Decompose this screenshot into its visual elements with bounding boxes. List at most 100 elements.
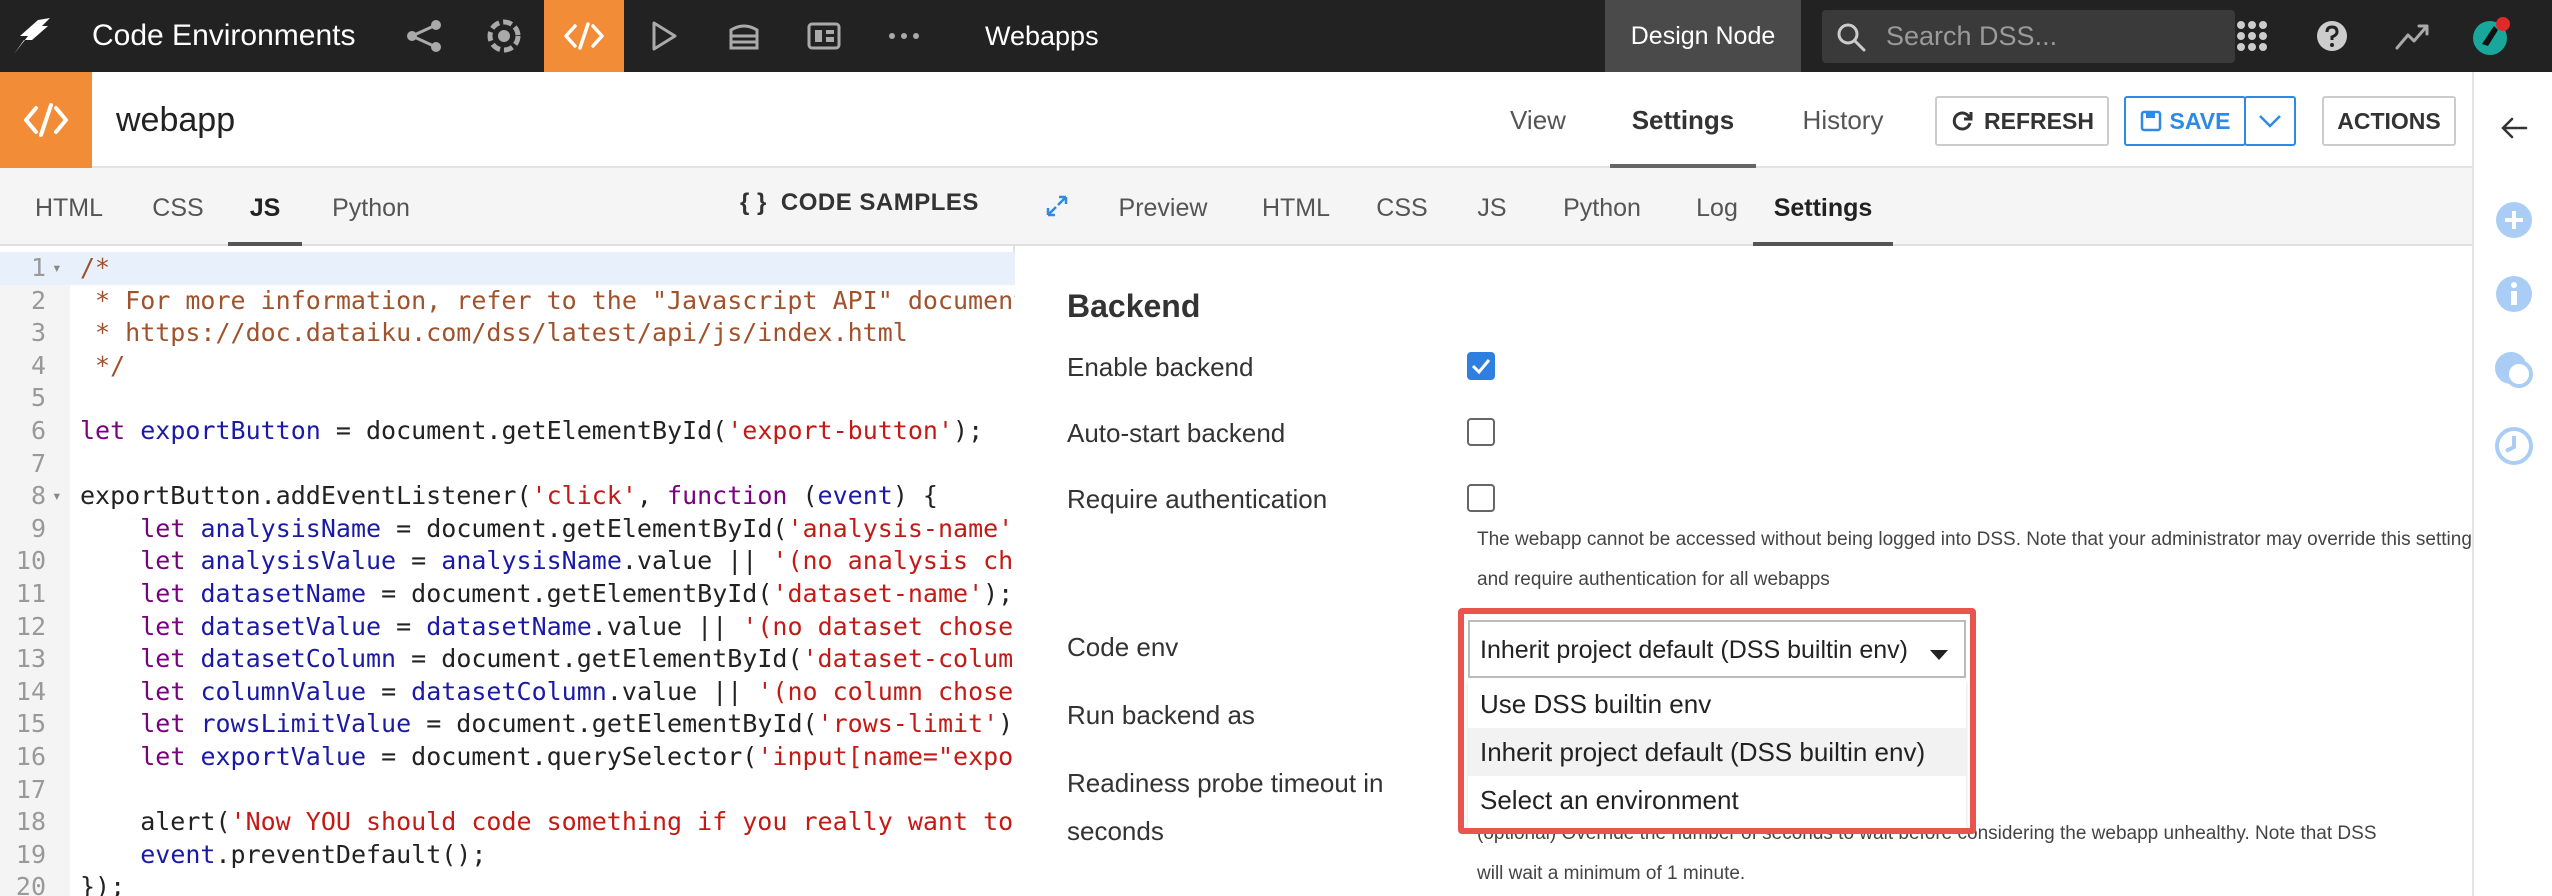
code-line[interactable]: 15 let rowsLimitValue = document.getElem…: [0, 708, 1015, 741]
preview-tab-html[interactable]: HTML: [1247, 168, 1345, 246]
flow-share-icon[interactable]: [384, 0, 464, 72]
code-text: let columnValue = datasetColumn.value ||…: [80, 676, 1015, 709]
enable-backend-checkbox[interactable]: [1467, 352, 1495, 380]
line-number: 1: [30, 253, 46, 282]
code-token: datasetValue: [200, 611, 382, 641]
code-token: .value ||: [591, 611, 743, 641]
editor-tabs: HTML CSS JS Python { } CODE SAMPLES: [0, 168, 1015, 246]
preview-tab-css[interactable]: CSS: [1361, 168, 1443, 246]
code-token: = document.getElementById(: [366, 579, 773, 608]
code-line[interactable]: 8 ▾ exportButton.addEventListener('click',…: [0, 480, 1015, 513]
save-options-dropdown[interactable]: [2244, 96, 2296, 146]
history-clock-icon[interactable]: [2474, 418, 2552, 474]
code-line[interactable]: 3 * https://doc.dataiku.com/dss/latest/a…: [0, 317, 1015, 350]
plus-circle-icon[interactable]: [2474, 192, 2552, 248]
line-number: 3: [30, 318, 46, 348]
code-line[interactable]: 20});: [0, 871, 1015, 896]
code-text: let datasetName = document.getElementByI…: [80, 578, 1013, 611]
code-line[interactable]: 10 let analysisValue = analysisName.valu…: [0, 545, 1015, 578]
code-line[interactable]: 18 alert('Now YOU should code something …: [0, 806, 1015, 839]
arrow-left-icon[interactable]: [2474, 100, 2552, 156]
preview-tab-python[interactable]: Python: [1543, 168, 1661, 246]
code-token: =: [381, 611, 427, 641]
object-header: webapp View Settings History REFRESH SAV…: [0, 72, 2472, 168]
section-label-webapps[interactable]: Webapps: [985, 0, 1099, 72]
preview-tab-log[interactable]: Log: [1675, 168, 1759, 246]
line-number: 9: [30, 513, 46, 543]
code-line[interactable]: 19 event.preventDefault();: [0, 839, 1015, 872]
code-line[interactable]: 12 let datasetValue = datasetName.value …: [0, 611, 1015, 644]
dataset-gear-icon[interactable]: [464, 0, 544, 72]
code-line[interactable]: 11 let datasetName = document.getElement…: [0, 578, 1015, 611]
expand-icon[interactable]: [1045, 194, 1069, 223]
auto-start-backend-checkbox[interactable]: [1467, 418, 1495, 446]
editor-tab-python[interactable]: Python: [318, 168, 424, 246]
actions-button[interactable]: ACTIONS: [2322, 96, 2456, 146]
code-samples-button[interactable]: { } CODE SAMPLES: [740, 168, 979, 238]
code-token: .preventDefault();: [215, 839, 487, 869]
fold-arrow-icon[interactable]: ▾: [52, 252, 62, 285]
global-search[interactable]: [1822, 10, 2235, 63]
code-token: ).value;: [998, 709, 1015, 739]
editor-tab-js[interactable]: JS: [228, 168, 302, 246]
refresh-label: REFRESH: [1984, 107, 2094, 134]
dss-app: Code Environments Webapps Design Node Se…: [0, 0, 2552, 896]
stack-icon[interactable]: [704, 0, 784, 72]
code-line[interactable]: 14 let columnValue = datasetColumn.value…: [0, 676, 1015, 709]
tab-settings[interactable]: Settings: [1610, 72, 1756, 168]
code-text: let analysisName = document.getElementBy…: [80, 513, 1015, 546]
code-line[interactable]: 5: [0, 382, 1015, 415]
code-icon[interactable]: [544, 0, 624, 72]
code-token: exportButton.addEventListener(: [80, 481, 532, 511]
code-line[interactable]: 17: [0, 774, 1015, 807]
discussions-icon[interactable]: [2474, 342, 2552, 398]
dashboard-icon[interactable]: [784, 0, 864, 72]
object-title[interactable]: webapp: [116, 72, 235, 168]
code-token: ,: [636, 481, 668, 511]
code-text: let exportValue = document.querySelector…: [80, 741, 1015, 774]
user-avatar-icon[interactable]: [2462, 0, 2522, 72]
line-number: 7: [30, 448, 46, 478]
save-button[interactable]: SAVE: [2124, 96, 2246, 146]
code-editor[interactable]: 1 ▾/* 2 * For more information, refer to t…: [0, 252, 1015, 896]
code-line[interactable]: 7: [0, 448, 1015, 481]
preview-tab-settings[interactable]: Settings: [1753, 168, 1893, 246]
app-title[interactable]: Code Environments: [92, 0, 355, 72]
readiness-timeout-label-line1: Readiness probe timeout in: [1067, 768, 1384, 798]
code-token: event: [140, 839, 216, 869]
play-icon[interactable]: [624, 0, 704, 72]
info-circle-icon[interactable]: [2474, 266, 2552, 322]
code-token: function: [667, 481, 788, 511]
code-line[interactable]: 4 */: [0, 350, 1015, 383]
fold-arrow-icon[interactable]: ▾: [52, 480, 62, 513]
code-token: ) {: [892, 481, 938, 511]
preview-tab-js[interactable]: JS: [1453, 168, 1531, 246]
code-line[interactable]: 6 let exportButton = document.getElementB…: [0, 415, 1015, 448]
code-token: = document.getElementById(: [396, 644, 803, 674]
code-line[interactable]: 9 let analysisName = document.getElement…: [0, 513, 1015, 546]
refresh-button[interactable]: REFRESH: [1935, 96, 2109, 146]
preview-tab-preview[interactable]: Preview: [1099, 168, 1227, 246]
design-node-badge[interactable]: Design Node: [1605, 0, 1801, 72]
help-icon[interactable]: [2302, 0, 2362, 72]
code-text: event.preventDefault();: [80, 839, 486, 872]
editor-tab-html[interactable]: HTML: [22, 168, 116, 246]
code-line[interactable]: 16 let exportValue = document.querySelec…: [0, 741, 1015, 774]
code-text: let datasetColumn = document.getElementB…: [80, 643, 1015, 676]
code-line[interactable]: 13 let datasetColumn = document.getEleme…: [0, 643, 1015, 676]
editor-tab-css[interactable]: CSS: [138, 168, 218, 246]
require-authentication-checkbox[interactable]: [1467, 484, 1495, 512]
search-input[interactable]: [1886, 10, 2226, 63]
code-line[interactable]: 2 * For more information, refer to the "…: [0, 285, 1015, 318]
code-line[interactable]: 1 ▾ /*: [0, 252, 1015, 285]
tab-history[interactable]: History: [1782, 72, 1904, 168]
trending-icon[interactable]: [2382, 0, 2442, 72]
tab-view[interactable]: View: [1490, 72, 1586, 168]
dataiku-bird-logo-icon[interactable]: [0, 0, 64, 72]
code-token: 'analysis-name': [787, 513, 1014, 543]
code-token: 'input[name="export"]': [757, 742, 1015, 771]
apps-grid-icon[interactable]: [2222, 0, 2282, 72]
more-icon[interactable]: [864, 0, 944, 72]
